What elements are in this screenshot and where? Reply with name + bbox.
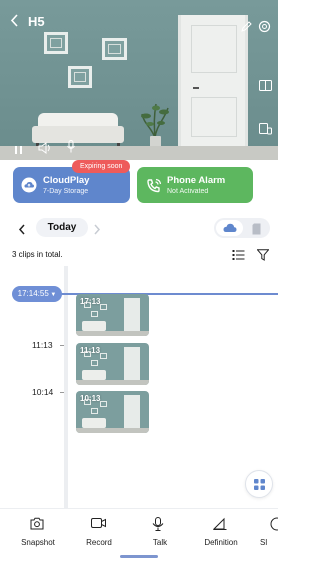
phone-alarm-card[interactable]: Phone Alarm Not Activated [137, 167, 253, 203]
snapshot-button[interactable]: Snapshot [12, 509, 64, 561]
timeline-time-label: 10:14 [32, 387, 54, 397]
clip-time-label: 17:13 [80, 297, 101, 306]
previous-day-icon[interactable] [18, 222, 26, 240]
date-selector[interactable]: Today [36, 218, 88, 237]
talk-label: Talk [152, 538, 168, 547]
next-day-icon[interactable] [93, 222, 101, 240]
timeline-axis[interactable] [64, 266, 68, 510]
clip-count-text: 3 clips in total. [12, 250, 63, 259]
clip-thumbnail[interactable]: 11:13 [76, 343, 149, 385]
plant-illustration [140, 100, 170, 148]
grid-icon [254, 479, 265, 490]
cloudplay-title: CloudPlay [43, 175, 90, 186]
grid-menu-button[interactable] [245, 470, 273, 498]
phone-alarm-subtitle: Not Activated [167, 188, 209, 195]
microphone-icon [152, 517, 164, 531]
wall-frame-picture [44, 32, 68, 54]
clip-time-label: 10:13 [80, 394, 101, 403]
phone-alarm-title: Phone Alarm [167, 175, 226, 186]
sd-card-source-icon[interactable] [252, 222, 261, 240]
filter-icon[interactable] [256, 248, 270, 266]
partial-label: Sl [260, 538, 268, 547]
edit-pen-icon[interactable] [240, 20, 252, 38]
live-video-view[interactable]: H5 [0, 0, 278, 160]
clip-time-label: 11:13 [80, 346, 101, 355]
partial-toolbar-button[interactable]: Sl [256, 509, 278, 561]
back-chevron-icon[interactable] [10, 14, 20, 29]
phone-ringing-icon [145, 177, 162, 193]
definition-button[interactable]: Definition [195, 509, 247, 561]
record-button[interactable]: Record [73, 509, 125, 561]
cloud-source-option[interactable] [216, 220, 243, 236]
home-indicator [120, 555, 158, 558]
pause-icon[interactable] [14, 142, 24, 160]
talk-button[interactable]: Talk [134, 509, 186, 561]
current-time-pill[interactable]: 17:14:55 ▼ [12, 286, 62, 302]
partial-icon [270, 517, 278, 531]
record-label: Record [86, 538, 112, 547]
cloud-upload-icon [21, 177, 37, 193]
list-view-icon[interactable] [232, 248, 245, 266]
multi-screen-icon[interactable] [259, 122, 272, 140]
settings-gear-icon[interactable] [258, 20, 271, 38]
screen-layout-icon[interactable] [259, 78, 272, 96]
microphone-icon[interactable] [67, 140, 75, 158]
camera-icon [30, 517, 44, 530]
clip-thumbnail[interactable]: 10:13 [76, 391, 149, 433]
timeline-tick [60, 392, 64, 393]
bottom-toolbar: Snapshot Record Talk Definition Sl [0, 508, 278, 573]
device-title: H5 [28, 14, 45, 29]
speaker-icon[interactable] [38, 141, 52, 159]
door-illustration [178, 15, 248, 147]
wall-frame-picture [102, 38, 127, 60]
storage-source-toggle[interactable] [214, 218, 270, 238]
current-time-text: 17:14:55 [17, 289, 49, 298]
cloudplay-subtitle: 7-Day Storage [43, 188, 89, 195]
definition-icon [213, 517, 227, 530]
timeline-tick [60, 345, 64, 346]
video-record-icon [91, 518, 106, 528]
expiring-soon-badge: Expiring soon [72, 160, 131, 173]
wall-frame-picture [68, 66, 92, 88]
definition-label: Definition [204, 538, 238, 547]
timeline-time-label: 11:13 [32, 340, 53, 350]
clip-thumbnail[interactable]: 17:13 [76, 294, 149, 336]
snapshot-label: Snapshot [21, 538, 55, 547]
